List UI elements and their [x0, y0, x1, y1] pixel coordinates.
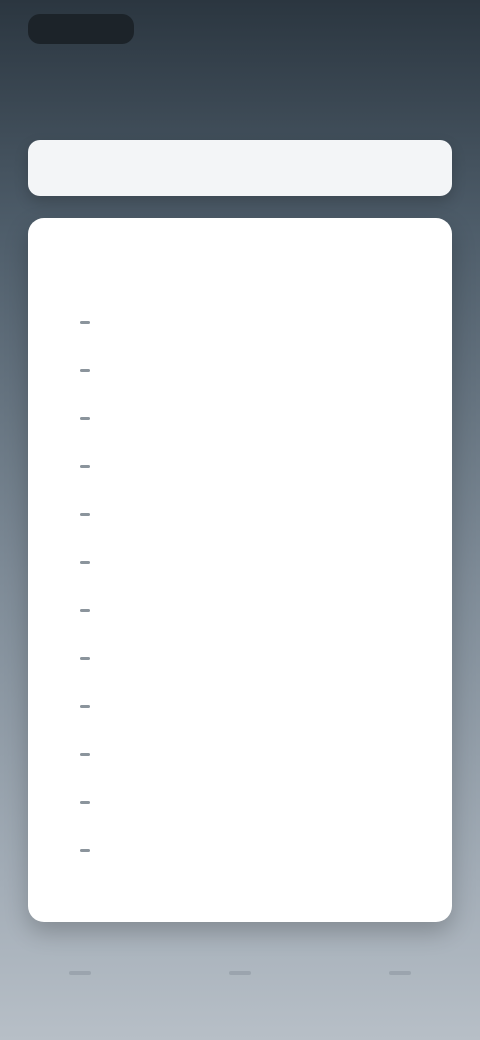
list-item[interactable]	[80, 490, 422, 538]
back-icon[interactable]	[69, 971, 91, 975]
page-title	[0, 88, 480, 106]
list-item[interactable]	[80, 778, 422, 826]
card-heading	[80, 256, 422, 274]
bullet-icon	[80, 704, 90, 708]
bullet-icon	[80, 560, 90, 564]
status-indicator	[28, 14, 134, 44]
list-item[interactable]	[80, 298, 422, 346]
results-list	[80, 298, 422, 874]
search-input[interactable]	[50, 158, 430, 178]
list-item[interactable]	[80, 538, 422, 586]
bullet-icon	[80, 512, 90, 516]
bullet-icon	[80, 752, 90, 756]
list-item[interactable]	[80, 730, 422, 778]
list-item[interactable]	[80, 586, 422, 634]
bullet-icon	[80, 800, 90, 804]
bullet-icon	[80, 416, 90, 420]
home-icon[interactable]	[229, 971, 251, 975]
bullet-icon	[80, 848, 90, 852]
bullet-icon	[80, 464, 90, 468]
recents-icon[interactable]	[389, 971, 411, 975]
results-card	[28, 218, 452, 922]
bullet-icon	[80, 656, 90, 660]
search-bar[interactable]	[28, 140, 452, 196]
list-item[interactable]	[80, 346, 422, 394]
list-item[interactable]	[80, 634, 422, 682]
list-item[interactable]	[80, 682, 422, 730]
bullet-icon	[80, 608, 90, 612]
bullet-icon	[80, 368, 90, 372]
list-item[interactable]	[80, 394, 422, 442]
bullet-icon	[80, 320, 90, 324]
navigation-bar	[0, 938, 480, 1008]
list-item[interactable]	[80, 826, 422, 874]
list-item[interactable]	[80, 442, 422, 490]
